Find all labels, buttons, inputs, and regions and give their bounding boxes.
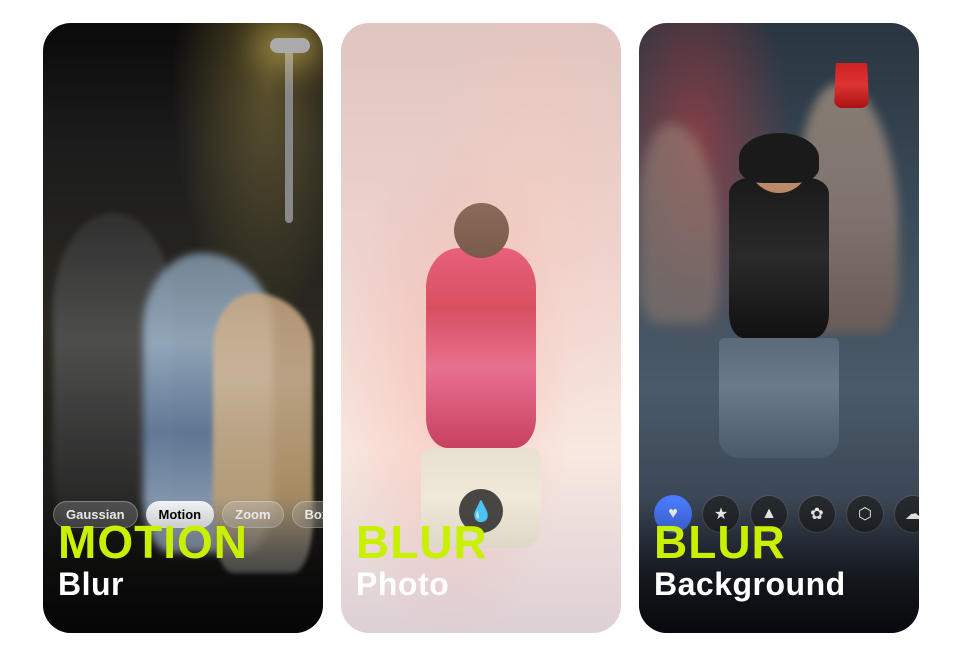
card-main-title: BLUR [356, 519, 606, 565]
card-sub-title: Blur [58, 565, 308, 603]
streetlight-decoration [285, 43, 293, 223]
card-label: MOTION Blur [43, 499, 323, 633]
blur-background-card[interactable]: ♥ ★ ▲ ✿ ⬡ ☁ BLUR Background [639, 23, 919, 633]
figure-top [729, 178, 829, 338]
card-label: BLUR Background [639, 499, 919, 633]
card-sub-title: Photo [356, 565, 606, 603]
figure-body [426, 248, 536, 448]
motion-blur-card[interactable]: Gaussian Motion Zoom Box MOTION Blur [43, 23, 323, 633]
blur-photo-card[interactable]: 💧 BLUR Photo [341, 23, 621, 633]
card-main-title: BLUR [654, 519, 904, 565]
figure-hair [739, 133, 819, 183]
card-main-title: MOTION [58, 519, 308, 565]
figure-head [454, 203, 509, 258]
cards-container: Gaussian Motion Zoom Box MOTION Blur 💧 [23, 3, 939, 653]
card-sub-title: Background [654, 565, 904, 603]
main-figure [699, 133, 859, 553]
figure-head [749, 133, 809, 193]
red-cup-decoration [834, 63, 869, 108]
card-label: BLUR Photo [341, 499, 621, 633]
figure-skirt [719, 338, 839, 458]
